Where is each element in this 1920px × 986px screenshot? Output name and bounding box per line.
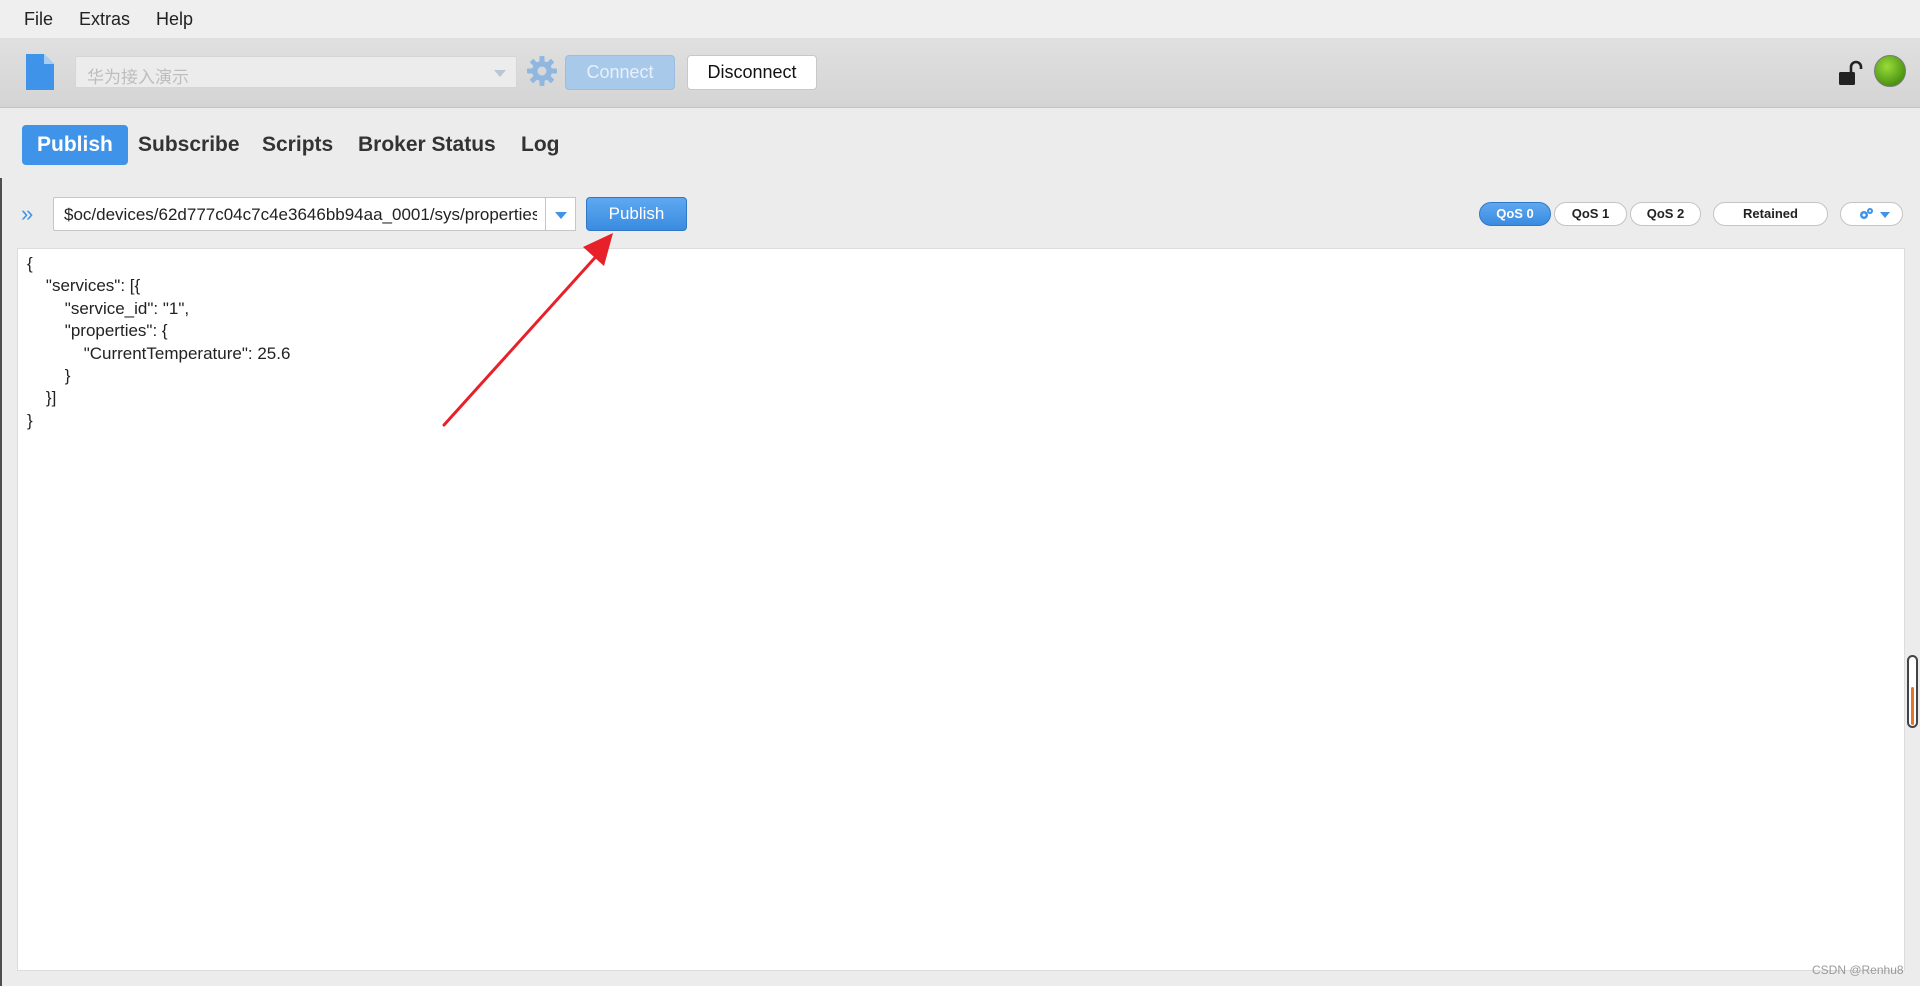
unlock-icon xyxy=(1839,60,1863,85)
menu-file[interactable]: File xyxy=(24,9,53,30)
watermark: CSDN @Renhu8 xyxy=(1812,963,1904,977)
topic-input[interactable]: $oc/devices/62d777c04c7c4e3646bb94aa_000… xyxy=(53,197,546,231)
chevron-down-icon xyxy=(494,70,506,77)
gears-icon xyxy=(1860,208,1873,219)
chevron-down-icon xyxy=(555,212,567,219)
editor-scrollbar[interactable] xyxy=(1907,655,1918,728)
connect-button[interactable]: Connect xyxy=(565,55,675,90)
menu-help[interactable]: Help xyxy=(156,9,193,30)
topic-value: $oc/devices/62d777c04c7c4e3646bb94aa_000… xyxy=(64,205,537,224)
connection-toolbar: 华为接入演示 Connect Disconnect xyxy=(0,38,1920,108)
expand-icon[interactable]: » xyxy=(21,203,33,225)
publish-options-button[interactable] xyxy=(1840,202,1903,226)
topic-history-dropdown[interactable] xyxy=(545,197,576,231)
qos-0-button[interactable]: QoS 0 xyxy=(1479,202,1551,226)
tab-log[interactable]: Log xyxy=(521,125,559,165)
connection-profile-value: 华为接入演示 xyxy=(87,68,189,88)
tab-subscribe[interactable]: Subscribe xyxy=(138,125,240,165)
menu-bar: File Extras Help xyxy=(0,0,1920,38)
payload-editor[interactable]: { "services": [{ "service_id": "1", "pro… xyxy=(17,248,1905,971)
chevron-down-icon xyxy=(1880,212,1890,218)
tab-publish[interactable]: Publish xyxy=(22,125,128,165)
new-profile-icon[interactable] xyxy=(24,53,56,91)
disconnect-button[interactable]: Disconnect xyxy=(687,55,817,90)
tab-broker-status[interactable]: Broker Status xyxy=(358,125,496,165)
qos-2-button[interactable]: QoS 2 xyxy=(1630,202,1701,226)
gear-icon[interactable] xyxy=(526,55,558,87)
retained-toggle[interactable]: Retained xyxy=(1713,202,1828,226)
payload-text: { "services": [{ "service_id": "1", "pro… xyxy=(27,254,291,430)
qos-1-button[interactable]: QoS 1 xyxy=(1554,202,1627,226)
tab-scripts[interactable]: Scripts xyxy=(262,125,333,165)
connection-profile-select[interactable]: 华为接入演示 xyxy=(75,56,517,88)
menu-extras[interactable]: Extras xyxy=(79,9,130,30)
left-border xyxy=(0,178,2,986)
publish-button[interactable]: Publish xyxy=(586,197,687,231)
connection-status-indicator xyxy=(1874,55,1906,87)
